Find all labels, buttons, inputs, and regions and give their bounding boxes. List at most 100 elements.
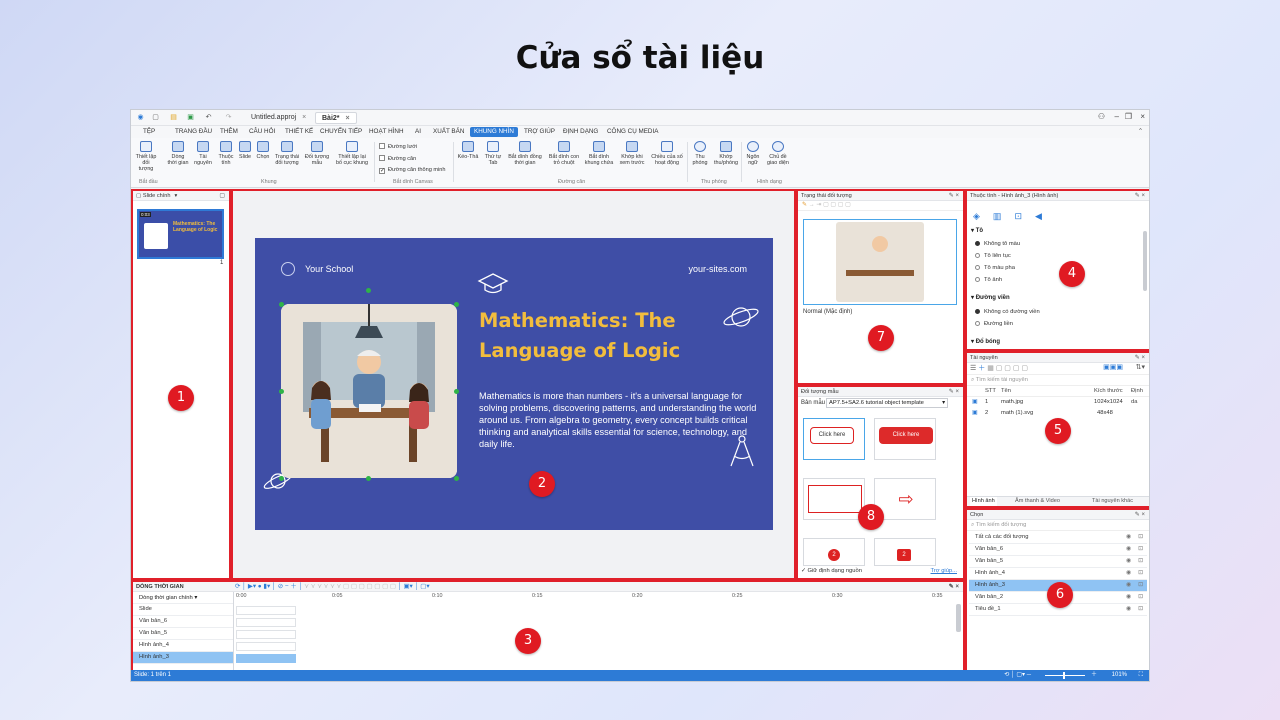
active-window-button[interactable]: Chiều của số hoạt động [649,141,685,166]
fill-option-solid[interactable]: Tô liên tục [975,253,1011,259]
resize-handle[interactable] [454,389,459,394]
timeline-row[interactable]: Văn bản_6 [133,616,233,628]
object-setup-button[interactable]: Thiết lập đối tượng [135,141,157,172]
lock-icon[interactable]: ⊡ [1138,568,1143,580]
timeline-bar[interactable] [236,618,296,627]
timeline-row[interactable]: Văn bản_5 [133,628,233,640]
timeline-row[interactable]: Hình ảnh_4 [133,640,233,652]
guides-checkbox[interactable]: Đường căn [379,155,416,162]
add-slide-icon[interactable]: ▢ [219,191,225,201]
visibility-icon[interactable]: ◉ [1126,556,1131,568]
visibility-icon[interactable]: ◉ [1126,568,1131,580]
collapse-ribbon-icon[interactable]: ⌃ [1134,127,1147,137]
fill-section-header[interactable]: ▾ Tô [971,227,983,234]
resize-handle[interactable] [454,476,459,481]
fill-option-picture[interactable]: Tô ảnh [975,277,1002,283]
close-tab-icon[interactable]: × [302,114,306,121]
template-objects-toggle-button[interactable]: Đối tượng mẫu [303,141,331,166]
resize-handle[interactable] [366,476,371,481]
pin-close-icon[interactable]: ✎ × [1135,191,1145,201]
properties-tabs[interactable]: ◈▥⊡◀ [973,211,1055,222]
keep-format-checkbox[interactable]: ✓ Giữ định dạng nguồn [801,568,862,574]
slide-image[interactable] [281,304,457,478]
pin-close-icon[interactable]: ✎ × [949,387,959,397]
visibility-icon[interactable]: ◉ [1126,580,1131,592]
minimize-button[interactable]: ‒ [1115,112,1119,121]
doc-tab-bai2[interactable]: Bài2* × [315,112,357,124]
resize-handle[interactable] [279,389,284,394]
shadow-section-header[interactable]: ▾ Đổ bóng [971,338,1000,345]
slide-title[interactable]: Mathematics: The Language of Logic [479,306,739,366]
tab-images[interactable]: Hình ảnh [970,497,997,506]
resource-row[interactable]: ▣ 1 math.jpg 1024x1024 [967,397,1149,408]
fit-zoom-button[interactable]: Khớp thu/phóng [712,141,740,166]
pin-close-icon[interactable]: ✎ × [949,191,959,201]
template-item-marker-1[interactable]: 2 [803,538,865,566]
lock-icon[interactable]: ⊡ [1138,544,1143,556]
zoom-slider[interactable] [1045,675,1085,676]
drag-drop-button[interactable]: Kéo-Thả [457,141,479,160]
timeline-toggle-button[interactable]: Dòng thời gian [167,141,189,166]
timeline-bar-selected[interactable] [236,654,296,663]
new-file-icon[interactable]: ▢ [151,113,160,122]
open-folder-icon[interactable]: ▤ [169,113,178,122]
template-item-callout-outline[interactable]: Click here [803,418,865,460]
visibility-icon[interactable]: ◉ [1126,592,1131,604]
zoom-slider-handle[interactable] [1063,672,1065,679]
list-item[interactable]: Hình ảnh_4 ◉ ⊡ [969,568,1147,580]
object-state-toggle-button[interactable]: Trạng thái đối tượng [273,141,301,166]
menu-format[interactable]: ĐỊNH DẠNG [559,127,602,137]
template-item-rectangle[interactable] [803,478,865,520]
user-icon[interactable]: ⚇ [1098,112,1105,121]
help-link[interactable]: Trợ giúp... [931,568,957,574]
visibility-icon[interactable]: ◉ [1126,532,1131,544]
resources-toggle-button[interactable]: Tài nguyên [192,141,214,166]
lock-icon[interactable]: ⊡ [1138,556,1143,568]
timeline-scrollbar[interactable] [956,604,961,632]
visibility-icon[interactable]: ◉ [1126,544,1131,556]
slide-master-dropdown[interactable]: Slide chính [143,193,171,199]
lock-icon[interactable]: ⊡ [1138,532,1143,544]
fill-option-gradient[interactable]: Tô màu pha [975,265,1015,271]
layout-icon[interactable]: ▥ [993,211,1015,221]
smart-guides-checkbox[interactable]: ✓ Đường căn thông minh [379,167,445,174]
pin-close-icon[interactable]: ✎ × [1135,353,1145,363]
timeline-selector[interactable]: Dòng thời gian chính ▾ [133,592,233,604]
undo-icon[interactable]: ↶ [204,113,213,122]
list-item[interactable]: Tất cả các đối tượng ◉ ⊡ [969,532,1147,544]
menu-transitions[interactable]: CHUYỂN TIẾP [316,127,366,137]
slide-body-text[interactable]: Mathematics is more than numbers - it's … [479,390,759,450]
slide-site-label[interactable]: your-sites.com [688,264,747,274]
timeline-bar[interactable] [236,630,296,639]
zoom-button[interactable]: Thu phóng [689,141,711,166]
fit-window-icon[interactable]: ⛶ [1139,670,1143,681]
list-item[interactable]: Văn bản_5 ◉ ⊡ [969,556,1147,568]
border-option-none[interactable]: Không có đường viền [975,309,1040,315]
snap-timeline-button[interactable]: Bắt dính đồng thời gian [506,141,544,166]
state-thumbnail[interactable] [803,219,957,305]
close-window-button[interactable]: × [1140,112,1145,121]
add-resource-icon[interactable]: ＋ [978,365,985,372]
resize-handle[interactable] [454,302,459,307]
pin-close-icon[interactable]: ✎ × [1135,510,1145,520]
menu-ai[interactable]: AI [411,127,425,137]
timeline-row-selected[interactable]: Hình ảnh_3 [133,652,233,664]
lock-icon[interactable]: ⊡ [1138,592,1143,604]
audio-icon[interactable]: ◀ [1035,211,1055,221]
doc-tab-untitled[interactable]: Untitled.approj × [245,112,312,124]
border-option-solid[interactable]: Đường liền [975,321,1013,327]
view-mode-icons[interactable]: ▣▣▣ [1103,363,1123,371]
menu-design[interactable]: THIẾT KẾ [281,127,317,137]
timeline-track-area[interactable]: 0:00 0:05 0:10 0:15 0:20 0:25 0:30 0:35 [233,592,961,670]
size-icon[interactable]: ⊡ [1014,211,1035,221]
lock-icon[interactable]: ⊡ [1138,580,1143,592]
resize-handle[interactable] [279,302,284,307]
properties-scrollbar[interactable] [1143,231,1147,291]
menu-media-tools[interactable]: CÔNG CỤ MEDIA [603,127,662,137]
menu-view[interactable]: KHUNG NHÌN [470,127,518,137]
snap-container-button[interactable]: Bắt dính khung chứa [584,141,614,166]
menu-home[interactable]: TRANG ĐẦU [171,127,216,137]
menu-icon[interactable]: ☰ [970,365,976,372]
zoom-in-icon[interactable]: ＋ [1091,670,1097,681]
template-select[interactable]: AP7.5+SA2.6 tutorial object template ▾ [826,398,948,408]
